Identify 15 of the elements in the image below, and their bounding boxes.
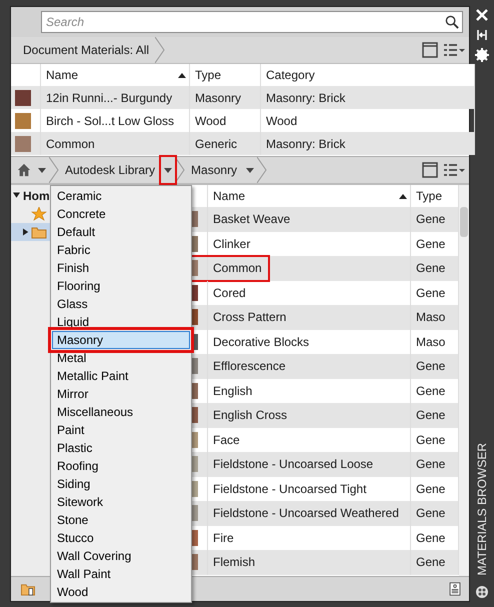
table-cell: Fieldstone - Uncoarsed Loose	[208, 452, 411, 476]
table-cell: Efflorescence	[208, 354, 411, 378]
table-cell: Basket Weave	[208, 207, 411, 232]
table-cell: Common	[41, 132, 190, 155]
table-cell: Flemish	[208, 550, 411, 574]
table-cell: English Cross	[208, 403, 411, 428]
table-cell: 12in Runni...- Burgundy	[41, 86, 190, 109]
table-cell: Common	[208, 256, 411, 280]
panel-title: MATERIALS BROWSER	[475, 442, 489, 575]
table-cell: Cross Pattern	[208, 305, 411, 330]
table-cell: Masonry: Brick	[261, 86, 475, 109]
table-cell: Generic	[190, 132, 261, 155]
table-cell: Masonry: Brick	[261, 132, 475, 155]
table-cell: Masonry	[190, 86, 261, 109]
table-cell: Fieldstone - Uncoarsed Weathered	[208, 501, 411, 526]
